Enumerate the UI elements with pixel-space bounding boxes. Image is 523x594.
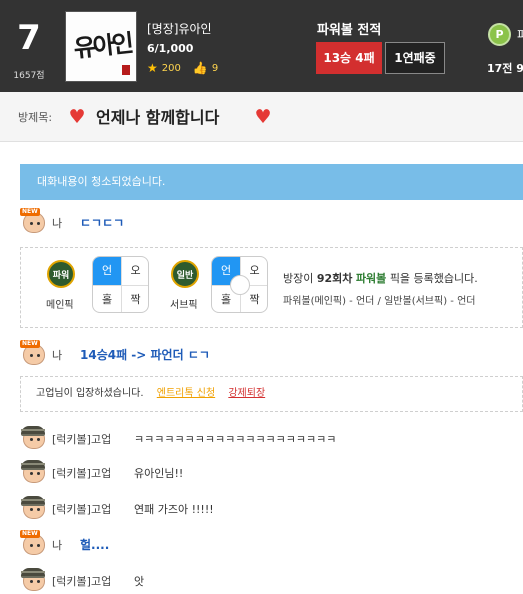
message-text: 연패 가즈아 !!!!!	[134, 503, 214, 516]
message-text: 앗	[134, 575, 145, 588]
user-name: [명장]유아인	[147, 22, 212, 36]
like-count: 9	[211, 62, 219, 74]
pick-over: 오	[121, 257, 148, 285]
rank-box: 7 1657점	[0, 0, 58, 92]
message-author[interactable]: [럭키볼]고업	[52, 431, 111, 447]
message-text: 헐....	[80, 538, 110, 552]
pick-description: 방장이 92회차 파워볼 픽을 등록했습니다.	[283, 272, 478, 285]
new-user-avatar: NEW	[20, 208, 46, 234]
entry-talk-apply-link[interactable]: 엔트리톡 신청	[157, 388, 215, 399]
message-author[interactable]: [럭키볼]고업	[52, 573, 111, 589]
new-user-avatar: NEW	[20, 530, 46, 556]
pick-card: 파워볼 메인픽 언 오 홀 짝 일반볼 서브픽 언 오 홀 짝 방장이 92회차…	[20, 247, 523, 328]
pick-detail: 파워볼(메인픽) - 언더 / 일반볼(서브픽) - 언더	[283, 296, 476, 307]
star-icon: ★	[147, 61, 158, 75]
main-pick-label: 메인픽	[46, 300, 74, 311]
message-text: 14승4패 -> 파언더 ㄷㄱ	[80, 348, 210, 362]
kick-link[interactable]: 강제퇴장	[228, 388, 265, 399]
powerball-ball-icon: 파워볼	[47, 260, 75, 309]
room-title: 언제나 함께합니다	[96, 108, 220, 127]
rank-number: 7	[17, 18, 41, 58]
user-stats: ★ 200 👍 9	[147, 61, 218, 75]
avatar-calligraphy: 유아인	[72, 28, 133, 63]
message-author[interactable]: 나	[52, 537, 62, 553]
message-text: 유아인님!!	[134, 467, 184, 480]
heart-icon: ♥	[254, 106, 272, 128]
user-avatar[interactable]: 유아인	[65, 11, 137, 82]
user-avatar-cap	[20, 424, 46, 450]
point-record: 17전 9	[487, 62, 523, 75]
rank-points: 1657점	[13, 71, 45, 81]
user-exp: 6/1,000	[147, 42, 194, 55]
message-author[interactable]: [럭키볼]고업	[52, 465, 111, 481]
message-author[interactable]: [럭키볼]고업	[52, 501, 111, 517]
seal-mark	[122, 65, 130, 75]
powerball-record-title: 파워볼 전적	[317, 23, 382, 38]
message-text: ㄷㄱㄷㄱ	[80, 216, 125, 230]
point-title: 파	[517, 28, 523, 42]
clear-notice: 대화내용이 청소되었습니다.	[20, 164, 523, 200]
sub-pick-label: 서브픽	[170, 300, 198, 311]
entry-notice: 고업님이 입장하셨습니다. 엔트리톡 신청 강제퇴장	[20, 376, 523, 412]
star-count: 200	[161, 62, 181, 74]
room-label: 방제목:	[18, 111, 53, 124]
entry-user[interactable]: 고업	[36, 388, 54, 399]
pick-odd: 홀	[93, 285, 121, 312]
point-icon: P	[488, 23, 511, 46]
win-loss-badge: 13승 4패	[316, 42, 382, 74]
user-avatar-cap	[20, 494, 46, 520]
chat-log[interactable]: 대화내용이 청소되었습니다. NEW 나 ㄷㄱㄷㄱ 파워볼 메인픽 언 오 홀 …	[0, 142, 523, 594]
room-title-bar: 방제목: ♥ 언제나 함께합니다 ♥	[0, 92, 523, 142]
pick-even: 짝	[121, 285, 148, 312]
sub-pick-grid: 언 오 홀 짝	[211, 256, 268, 313]
streak-badge: 1연패중	[385, 42, 445, 74]
message-text: ㅋㅋㅋㅋㅋㅋㅋㅋㅋㅋㅋㅋㅋㅋㅋㅋㅋㅋㅋㅋ	[134, 433, 337, 446]
normal-ball-icon: 일반볼	[171, 260, 199, 309]
thumbs-up-icon: 👍	[192, 61, 208, 75]
new-user-avatar: NEW	[20, 340, 46, 366]
message-author[interactable]: 나	[52, 347, 62, 363]
user-avatar-cap	[20, 458, 46, 484]
grid-center-dot	[230, 275, 250, 295]
user-avatar-cap	[20, 566, 46, 592]
heart-icon: ♥	[68, 106, 86, 128]
message-author[interactable]: 나	[52, 215, 62, 231]
main-pick-grid: 언 오 홀 짝	[92, 256, 149, 313]
pick-under: 언	[93, 257, 121, 285]
profile-header: 7 1657점 유아인 [명장]유아인 6/1,000 ★ 200 👍 9 파워…	[0, 0, 523, 92]
